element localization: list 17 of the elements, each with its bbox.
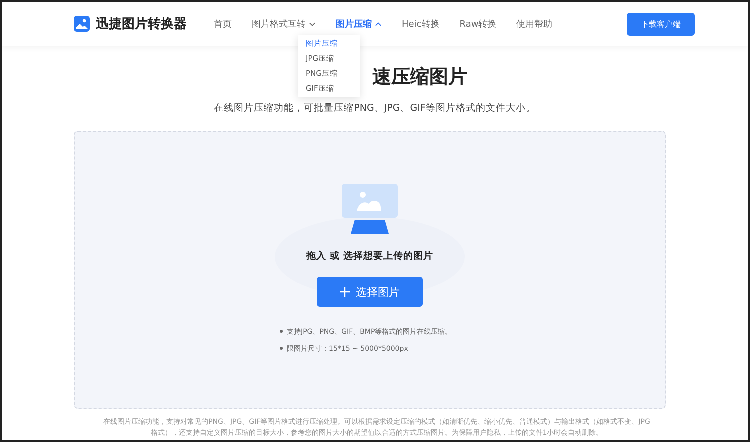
bullet-icon [280,330,283,333]
upload-prompt: 拖入 或 选择想要上传的图片 [306,250,434,263]
bullet-icon [280,347,283,350]
plus-icon [340,287,350,297]
download-button[interactable]: 下载客户端 [627,12,695,36]
choose-image-button[interactable]: 选择图片 [317,277,423,307]
logo-icon [74,16,90,32]
nav-link[interactable]: 图片压缩 [326,18,392,30]
nav-link[interactable]: 图片格式互转 [242,18,326,30]
page-title: 速压缩图片 [372,65,468,90]
nav-link[interactable]: 首页 [204,18,242,30]
page-subtitle: 在线图片压缩功能，可批量压缩PNG、JPG、GIF等图片格式的文件大小。 [213,102,537,115]
nav-link[interactable]: 使用帮助 [506,18,563,30]
logo-text: 迅捷图片转换器 [96,16,187,33]
nav-link[interactable]: Heic转换 [392,18,450,30]
nav-link[interactable]: Raw转换 [450,18,507,30]
monitor-picture-icon [341,184,399,236]
